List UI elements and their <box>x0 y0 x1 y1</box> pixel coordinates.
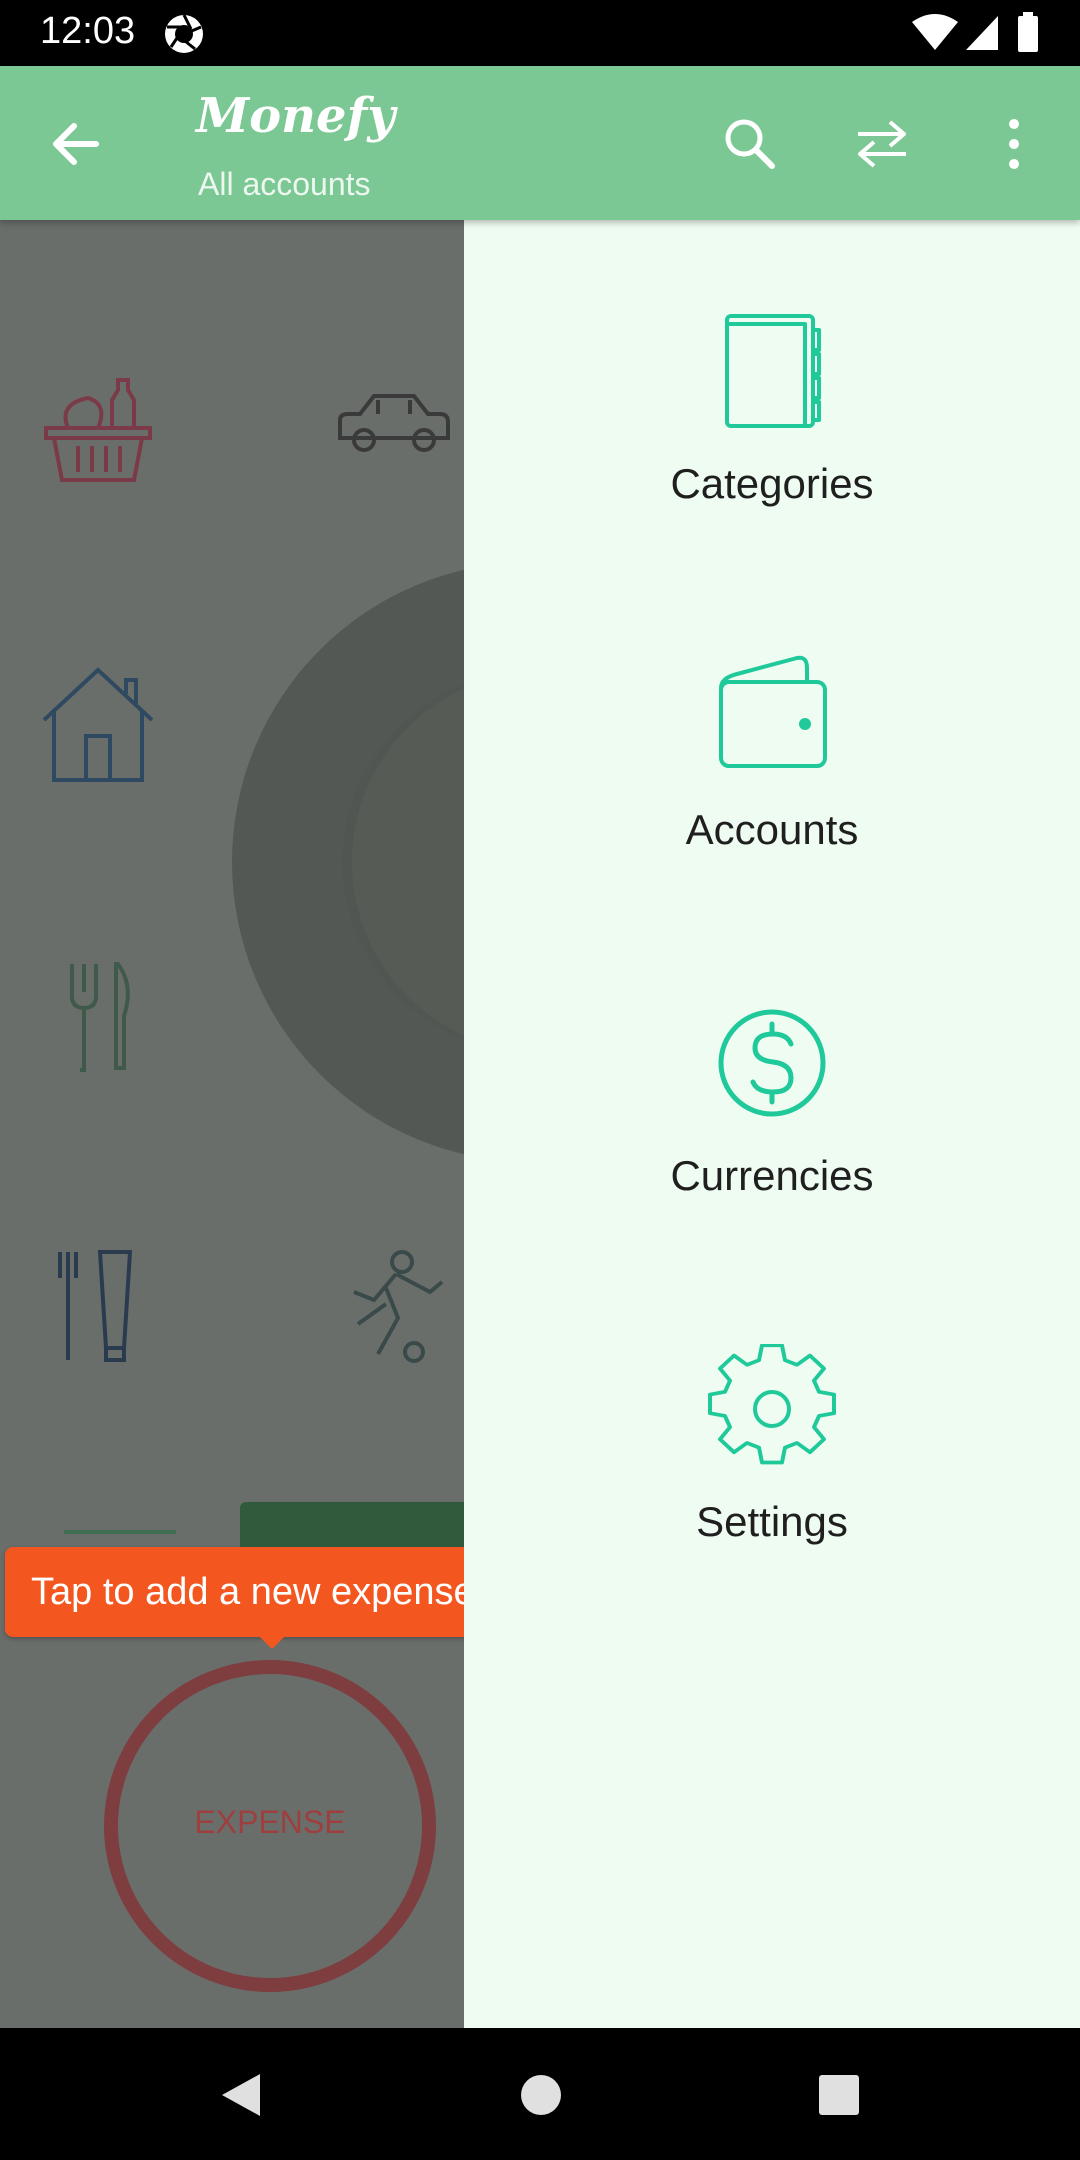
transfer-icon[interactable] <box>850 112 914 176</box>
status-bar: 12:03 <box>0 0 1080 66</box>
back-arrow-icon[interactable] <box>46 114 106 174</box>
drawer-item-settings[interactable]: Settings <box>464 1344 1080 1624</box>
dollar-circle-icon <box>718 1009 826 1117</box>
wifi-icon <box>912 14 958 50</box>
groceries-basket-icon[interactable] <box>38 370 158 490</box>
search-icon[interactable] <box>718 112 782 176</box>
car-icon[interactable] <box>334 370 454 490</box>
navigation-drawer: Categories Accounts Currencies Settings <box>464 220 1080 2028</box>
more-vert-icon[interactable] <box>982 112 1046 176</box>
system-nav-bar <box>0 2028 1080 2160</box>
notebook-icon <box>725 314 821 428</box>
fork-knife-icon[interactable] <box>38 956 158 1076</box>
drawer-item-label: Categories <box>670 460 874 507</box>
drawer-item-label: Settings <box>696 1498 848 1545</box>
toothbrush-paste-icon[interactable] <box>38 1244 158 1364</box>
nav-recents-icon[interactable] <box>816 2070 862 2120</box>
gear-icon <box>708 1344 836 1465</box>
tooltip-arrow <box>258 1635 286 1649</box>
chart-legend-line <box>64 1530 176 1534</box>
shutter-app-icon <box>165 14 203 53</box>
app-bar: Monefy All accounts <box>0 66 1080 220</box>
nav-back-icon[interactable] <box>218 2070 264 2120</box>
nav-home-icon[interactable] <box>518 2070 564 2120</box>
expense-button[interactable]: EXPENSE <box>104 1660 436 1992</box>
house-icon[interactable] <box>38 664 158 784</box>
wallet-icon <box>719 655 827 768</box>
app-title: Monefy <box>196 88 396 144</box>
soccer-player-icon[interactable] <box>334 1244 454 1364</box>
main-content: EXPENSE Tap to add a new expense record … <box>0 220 1080 2028</box>
drawer-item-categories[interactable]: Categories <box>464 306 1080 586</box>
drawer-item-label: Currencies <box>670 1152 874 1199</box>
drawer-item-label: Accounts <box>685 806 859 853</box>
account-subtitle[interactable]: All accounts <box>198 166 371 203</box>
drawer-item-accounts[interactable]: Accounts <box>464 652 1080 932</box>
status-time: 12:03 <box>40 10 136 52</box>
drawer-item-currencies[interactable]: Currencies <box>464 998 1080 1278</box>
battery-icon <box>1018 12 1038 52</box>
expense-button-label: EXPENSE <box>194 1804 346 1840</box>
signal-icon <box>966 16 998 50</box>
